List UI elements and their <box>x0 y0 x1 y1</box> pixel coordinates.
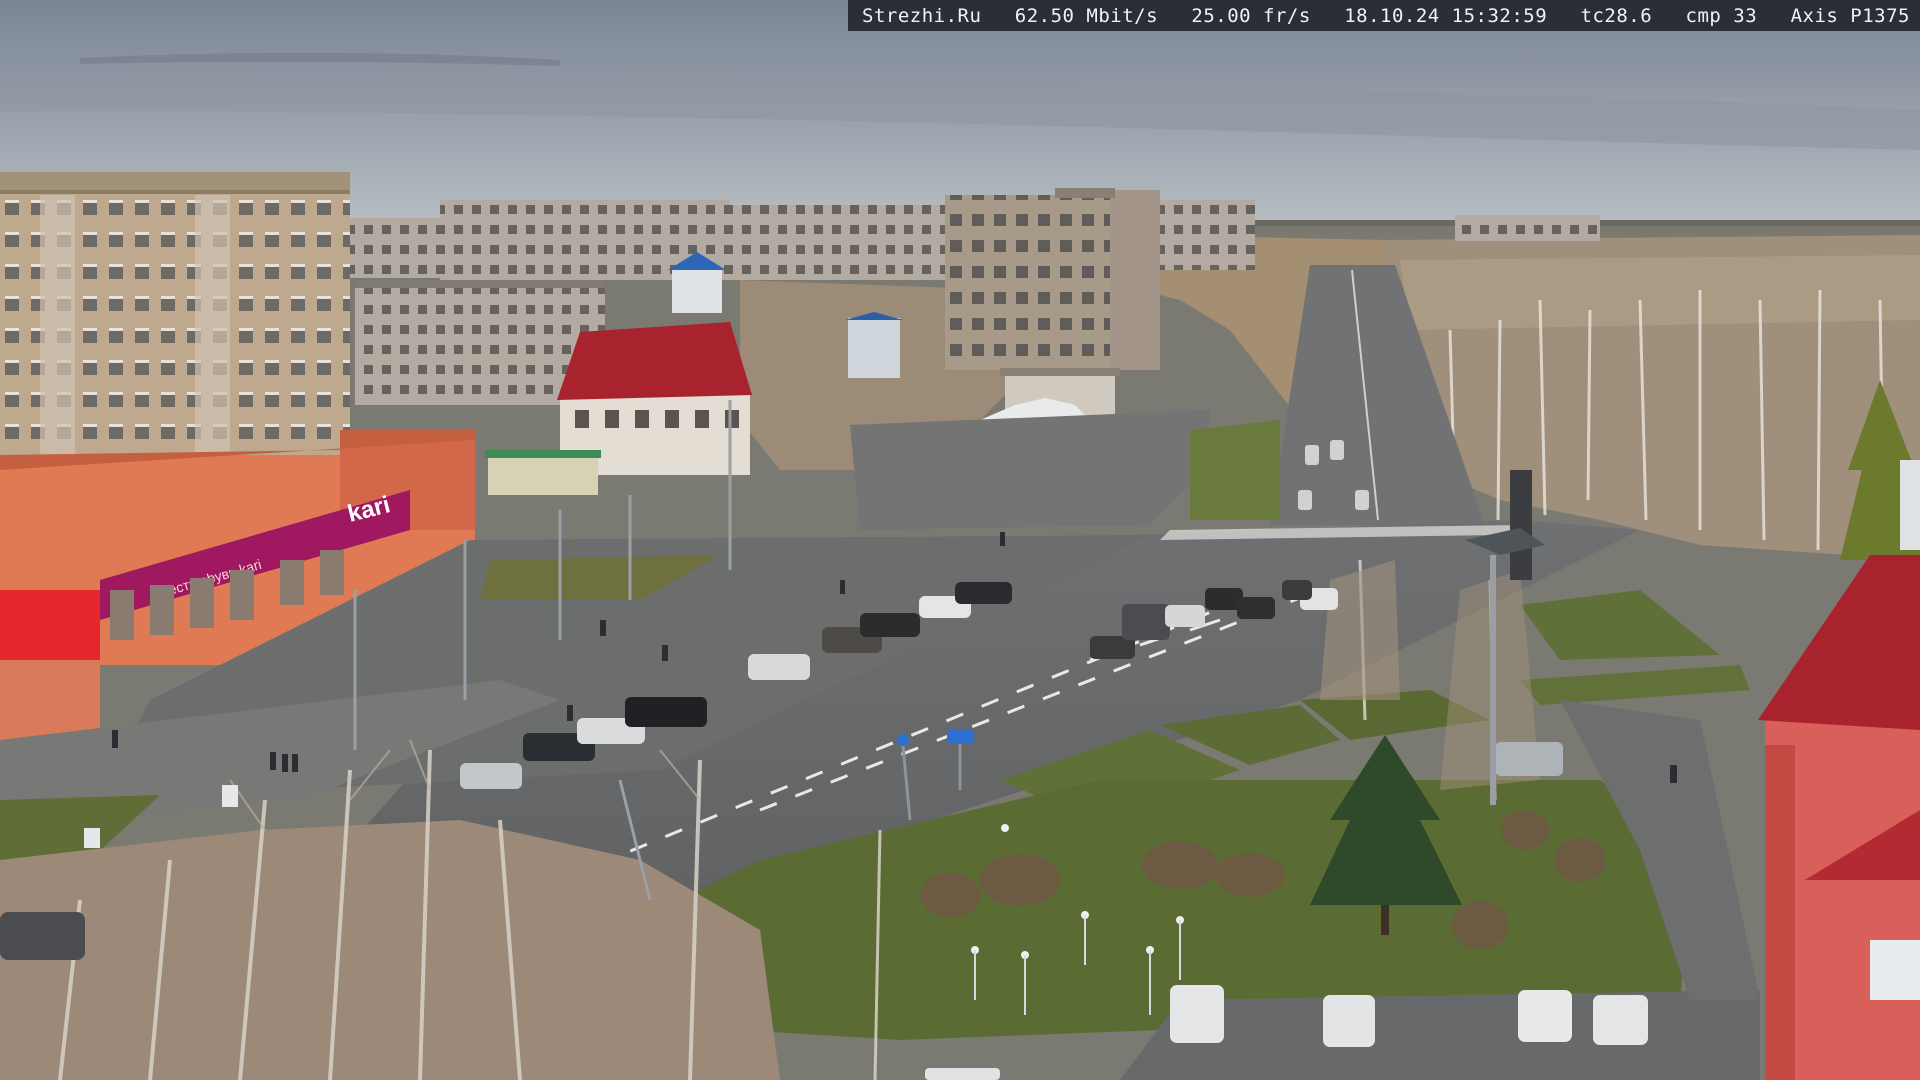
apartment-far-right <box>1455 215 1600 241</box>
kiosk-green-roof <box>488 455 598 495</box>
overlay-datetime: 18.10.24 15:32:59 <box>1344 4 1548 27</box>
apartment-distant-4 <box>1160 200 1255 270</box>
plaza-paving <box>850 410 1210 530</box>
overlay-framerate: 25.00 fr/s <box>1191 4 1311 27</box>
blue-roof-tower <box>672 268 722 313</box>
camera-info-overlay: Strezhi.Ru 62.50 Mbit/s 25.00 fr/s 18.10… <box>848 0 1920 31</box>
red-awning <box>0 590 100 660</box>
overlay-cmp: cmp 33 <box>1685 4 1758 27</box>
grass-plaza <box>1190 420 1280 520</box>
overlay-bitrate: 62.50 Mbit/s <box>1014 4 1159 27</box>
webcam-scene: kari есть obувь kari <box>0 0 1920 1080</box>
webcam-frame: kari есть obувь kari Strezhi.Ru 62.50 Mb… <box>0 0 1920 1080</box>
apartment-distant-3 <box>720 205 950 280</box>
overlay-tc: tc28.6 <box>1580 4 1653 27</box>
overlay-site: Strezhi.Ru <box>862 4 982 27</box>
overlay-camera: Axis P1375 <box>1790 4 1910 27</box>
